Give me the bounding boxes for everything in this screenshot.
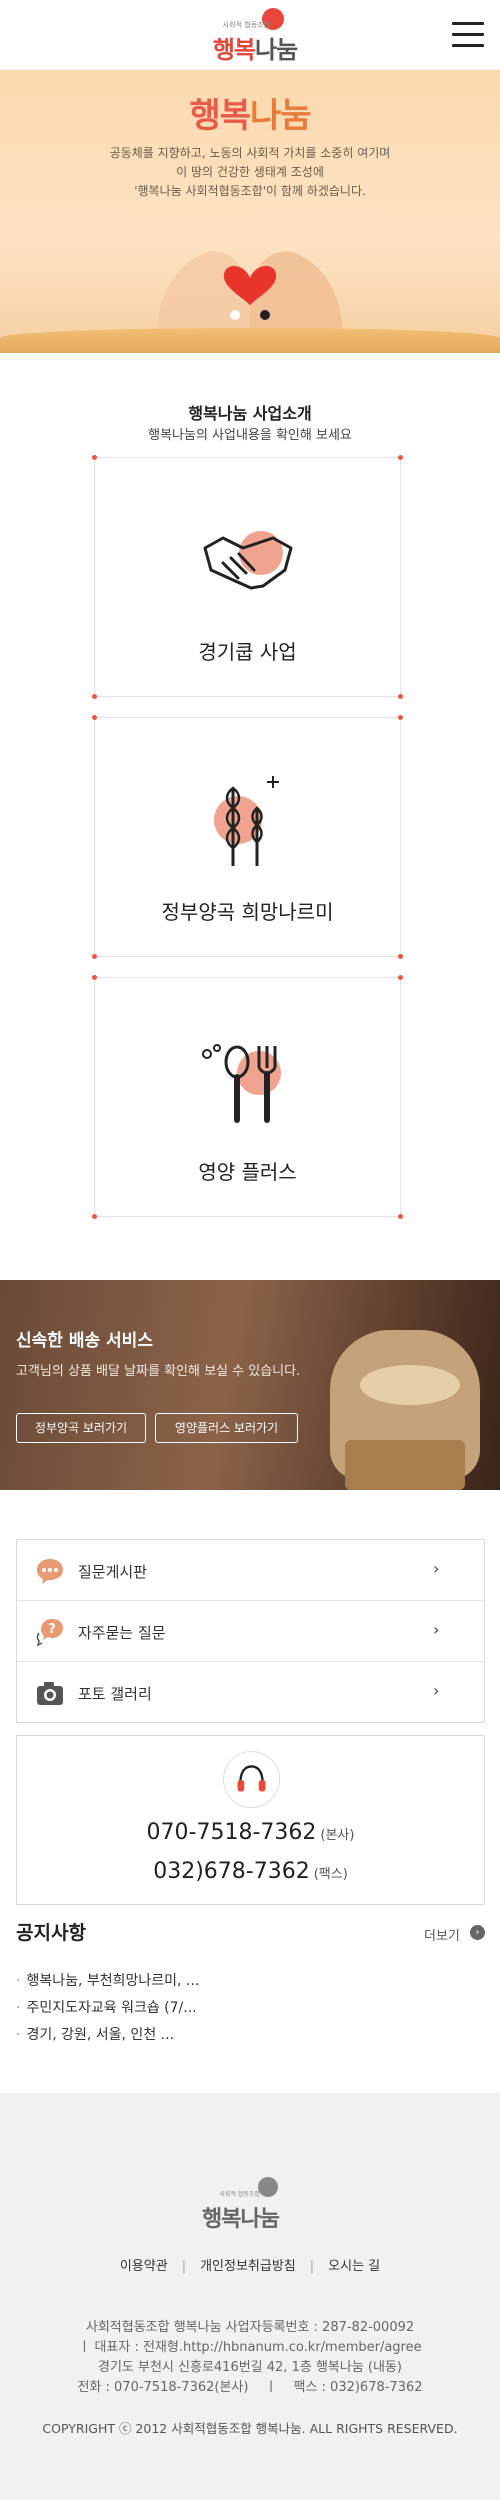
business-card-label: 경기쿱 사업: [198, 640, 297, 664]
footer-company-info: 사회적협동조합 행복나눔 사업자등록번호 : 287-82-00092: [85, 2320, 415, 2335]
contact-box: 070-7518-7362 (본사) 032)678-7362 (팩스): [16, 1735, 485, 1905]
footer-logo[interactable]: 사회적 협동조합 행복나눔: [200, 2163, 300, 2232]
hero-title-part1: 행복: [189, 96, 251, 136]
camera-icon: [37, 1682, 63, 1705]
logo-subtitle: 사회적 협동조합: [222, 21, 270, 29]
board-item-faq[interactable]: ? 자주묻는 질문 ›: [17, 1601, 484, 1662]
headset-icon: [223, 1751, 280, 1808]
slide-indicators: [224, 310, 276, 322]
chevron-right-circle-icon[interactable]: ›: [470, 1925, 485, 1940]
board-item-questions[interactable]: 질문게시판 ›: [17, 1540, 484, 1601]
site-header: 사회적 협동조합 행복나눔: [0, 0, 500, 70]
hero-banner: 행복나눔 공동체를 지향하고, 노동의 사회적 가치를 소중히 여기며 이 땅의…: [0, 70, 500, 353]
site-logo[interactable]: 사회적 협동조합 행복나눔: [200, 8, 300, 64]
notices-more-link[interactable]: 더보기: [424, 1925, 460, 1944]
footer-contact: 전화 : 070-7518-7362(본사) ㅣ 팩스 : 032)678-73…: [77, 2380, 423, 2395]
chevron-right-icon: ›: [433, 1620, 440, 1639]
delivery-title: 신속한 배송 서비스: [16, 1331, 153, 1351]
apple-logo-icon: [258, 2177, 278, 2197]
hero-ground: [0, 328, 500, 353]
view-nutrition-plus-button[interactable]: 영양플러스 보러가기: [155, 1413, 298, 1443]
hamburger-menu-icon[interactable]: [452, 22, 484, 48]
logo-text: 행복나눔: [205, 30, 305, 65]
wheat-icon: [214, 776, 279, 866]
privacy-policy-link[interactable]: 개인정보취급방침: [200, 2259, 296, 2274]
delivery-subtitle: 고객님의 상품 배달 날짜를 확인해 보실 수 있습니다.: [16, 1364, 301, 1379]
footer-address: 경기도 부천시 신흥로416번길 42, 1층 행복나눔 (내동): [98, 2360, 402, 2375]
board-links: 질문게시판 › ? 자주묻는 질문 › 포토 갤러리 ›: [16, 1539, 485, 1723]
terms-link[interactable]: 이용약관: [120, 2259, 168, 2274]
board-item-photo-gallery[interactable]: 포토 갤러리 ›: [17, 1662, 484, 1723]
site-footer: 사회적 협동조합 행복나눔 이용약관 | 개인정보취급방침 | 오시는 길 사회적협동조…: [0, 2093, 500, 2500]
speech-bubble-icon: [37, 1559, 63, 1584]
fax-number: 032)678-7362: [153, 1859, 310, 1884]
board-item-label: 포토 갤러리: [78, 1685, 152, 1703]
notices-title: 공지사항: [16, 1922, 86, 1944]
logo-text-part2: 나눔: [255, 36, 298, 64]
question-bubble-icon: ?: [36, 1619, 63, 1647]
grain-surface-image: [360, 1365, 460, 1405]
hero-title-part2: 나눔: [250, 96, 312, 136]
footer-copyright: COPYRIGHT ⓒ 2012 사회적협동조합 행복나눔. ALL RIGHT…: [42, 2421, 458, 2436]
footer-links: 이용약관 | 개인정보취급방침 | 오시는 길: [119, 2259, 381, 2274]
view-government-grain-button[interactable]: 정부양곡 보러가기: [16, 1413, 146, 1443]
board-item-label: 자주묻는 질문: [78, 1624, 166, 1642]
directions-link[interactable]: 오시는 길: [328, 2259, 380, 2274]
business-card-gyeonggi-coop[interactable]: 경기쿱 사업: [92, 455, 403, 699]
footer-representative: ㅣ 대표자 : 전재형.http://hbnanum.co.kr/member/…: [78, 2340, 422, 2355]
business-card-government-grain[interactable]: 정부양곡 희망나르미: [92, 715, 403, 959]
hero-description: 공동체를 지향하고, 노동의 사회적 가치를 소중히 여기며 이 땅의 건강한 …: [60, 144, 440, 201]
spoon-fork-icon: [202, 1044, 281, 1123]
notice-item[interactable]: 행복나눔, 부천희망나르미, ...: [16, 1970, 199, 1990]
phone-number-main[interactable]: 070-7518-7362: [147, 1820, 317, 1845]
business-card-label: 영양 플러스: [198, 1160, 297, 1184]
business-card-nutrition-plus[interactable]: 영양 플러스: [92, 975, 403, 1219]
board-item-label: 질문게시판: [78, 1563, 148, 1581]
footer-logo-text: 행복나눔: [202, 2201, 302, 2233]
business-card-label: 정부양곡 희망나르미: [161, 900, 334, 924]
footer-logo-part2: 나눔: [240, 2207, 279, 2232]
slide-dot-1[interactable]: [230, 310, 240, 320]
hero-title: 행복나눔: [0, 88, 500, 137]
chevron-right-icon: ›: [433, 1559, 440, 1578]
phone-main-note: (본사): [320, 1828, 355, 1843]
svg-text:?: ?: [48, 1622, 56, 1637]
hero-line-1: 공동체를 지향하고, 노동의 사회적 가치를 소중히 여기며: [109, 146, 391, 160]
notice-item[interactable]: 주민지도자교육 워크숍 (7/...: [16, 1997, 196, 2017]
phone-main[interactable]: 070-7518-7362 (본사): [17, 1820, 484, 1845]
business-section-subtitle: 행복나눔의 사업내용을 확인해 보세요: [148, 428, 352, 443]
slide-dot-2[interactable]: [260, 310, 270, 320]
handshake-icon: [203, 531, 293, 590]
hero-line-2: 이 땅의 건강한 생태계 조성에: [176, 165, 324, 179]
hero-line-3: '행복나눔 사회적협동조합'이 함께 하겠습니다.: [134, 184, 366, 198]
logo-text-part1: 행복: [212, 36, 256, 64]
grain-box-image: [345, 1440, 465, 1490]
footer-logo-subtitle: 사회적 협동조합: [219, 2191, 260, 2198]
delivery-service-banner: 신속한 배송 서비스 고객님의 상품 배달 날짜를 확인해 보실 수 있습니다.…: [0, 1280, 500, 1490]
business-section-title: 행복나눔 사업소개: [188, 404, 312, 423]
footer-logo-part1: 행복: [202, 2207, 241, 2232]
notice-item[interactable]: 경기, 강원, 서울, 인천 ...: [16, 2024, 174, 2044]
chevron-right-icon: ›: [433, 1681, 440, 1700]
phone-fax: 032)678-7362 (팩스): [17, 1859, 484, 1884]
fax-note: (팩스): [313, 1867, 348, 1882]
